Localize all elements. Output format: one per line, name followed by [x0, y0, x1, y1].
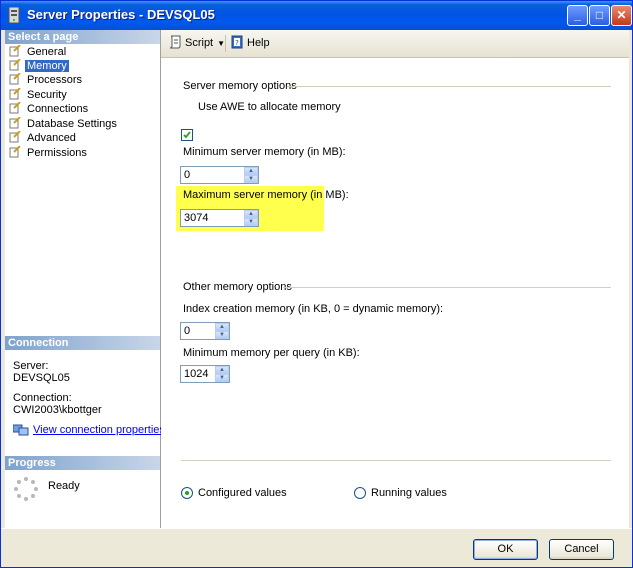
- progress-spinner-icon: [14, 477, 38, 501]
- help-label: Help: [247, 36, 270, 49]
- dialog-button-bar: OK Cancel: [1, 528, 632, 567]
- page-label: Database Settings: [27, 118, 117, 130]
- spin-arrows[interactable]: ▲ ▼: [244, 167, 258, 183]
- spin-arrows[interactable]: ▲ ▼: [215, 323, 229, 339]
- configured-values-label[interactable]: Configured values: [198, 487, 287, 499]
- window-title: Server Properties - DEVSQL05: [27, 7, 215, 22]
- awe-checkbox-label[interactable]: Use AWE to allocate memory: [198, 101, 341, 113]
- close-button[interactable]: ✕: [611, 5, 632, 26]
- toolbar: Script ▼ ? Help: [161, 30, 629, 58]
- left-pane: Select a page General Memory Processors …: [5, 30, 165, 528]
- other-memory-group-label: Other memory options: [183, 281, 292, 293]
- page-item-advanced[interactable]: Advanced: [9, 131, 78, 145]
- page-label: General: [27, 46, 67, 58]
- script-label: Script: [185, 36, 214, 49]
- server-value: DEVSQL05: [13, 372, 70, 384]
- maximize-button[interactable]: □: [589, 5, 610, 26]
- page-wrench-icon: [9, 45, 21, 57]
- page-label: Security: [27, 89, 67, 101]
- connection-value: CWI2003\kbottger: [13, 404, 102, 416]
- select-page-header: Select a page: [5, 30, 160, 44]
- spin-arrows[interactable]: ▲ ▼: [244, 210, 258, 226]
- page-label: Permissions: [27, 147, 87, 159]
- page-label: Connections: [27, 103, 89, 115]
- page-wrench-icon: [9, 88, 21, 100]
- group-divider: [283, 287, 611, 288]
- bottom-divider: [181, 460, 611, 461]
- max-server-memory-value: 3074: [184, 212, 209, 224]
- ok-button[interactable]: OK: [473, 539, 538, 560]
- page-label: Processors: [27, 74, 83, 86]
- view-connection-properties[interactable]: View connection properties: [12, 424, 165, 436]
- configured-values-radio[interactable]: [181, 487, 193, 499]
- checkmark-icon: [183, 131, 191, 139]
- spin-up-icon[interactable]: ▲: [215, 323, 229, 331]
- spin-up-icon[interactable]: ▲: [215, 366, 229, 374]
- server-label: Server:: [13, 360, 49, 372]
- spin-down-icon[interactable]: ▼: [215, 331, 229, 339]
- page-label: Memory: [25, 60, 69, 72]
- connection-header: Connection: [5, 336, 160, 350]
- page-item-security[interactable]: Security: [9, 88, 69, 102]
- page-wrench-icon: [9, 146, 21, 158]
- running-values-label[interactable]: Running values: [371, 487, 447, 499]
- spin-down-icon[interactable]: ▼: [244, 218, 258, 226]
- min-memory-per-query-value: 1024: [184, 368, 209, 380]
- spin-up-icon[interactable]: ▲: [244, 210, 258, 218]
- max-server-memory-label: Maximum server memory (in MB):: [183, 189, 349, 201]
- connection-label: Connection:: [13, 392, 72, 404]
- cancel-button[interactable]: Cancel: [549, 539, 614, 560]
- radio-selected-dot: [185, 491, 189, 495]
- right-pane: Script ▼ ? Help Server memory options Use…: [161, 30, 629, 528]
- page-wrench-icon: [9, 131, 21, 143]
- page-label: Advanced: [27, 132, 76, 144]
- index-creation-memory-value: 0: [184, 325, 191, 337]
- help-button[interactable]: ? Help: [230, 35, 270, 50]
- page-item-processors[interactable]: Processors: [9, 73, 84, 87]
- index-creation-memory-label: Index creation memory (in KB, 0 = dynami…: [183, 303, 444, 315]
- max-server-memory-input[interactable]: 3074 ▲ ▼: [180, 209, 259, 227]
- page-wrench-icon: [9, 117, 21, 129]
- spin-up-icon[interactable]: ▲: [244, 167, 258, 175]
- script-icon: [169, 35, 181, 49]
- min-server-memory-input[interactable]: 0 ▲ ▼: [180, 166, 259, 184]
- page-wrench-icon: [9, 73, 21, 85]
- page-wrench-icon: [9, 59, 21, 71]
- index-creation-memory-input[interactable]: 0 ▲ ▼: [180, 322, 230, 340]
- spin-down-icon[interactable]: ▼: [244, 175, 258, 183]
- chevron-down-icon[interactable]: ▼: [217, 39, 225, 48]
- awe-label-text: Use AWE to allocate memory: [198, 101, 341, 113]
- server-icon: [8, 7, 20, 23]
- server-memory-group-label: Server memory options: [183, 80, 297, 92]
- page-item-memory[interactable]: Memory: [9, 59, 69, 73]
- page-wrench-icon: [9, 102, 21, 114]
- script-button[interactable]: Script ▼: [168, 35, 225, 50]
- running-values-radio[interactable]: [354, 487, 366, 499]
- page-item-general[interactable]: General: [9, 45, 68, 59]
- network-icon: [12, 424, 29, 436]
- awe-checkbox[interactable]: [181, 129, 193, 141]
- group-divider: [287, 86, 611, 87]
- page-item-database-settings[interactable]: Database Settings: [9, 117, 119, 131]
- min-memory-per-query-label: Minimum memory per query (in KB):: [183, 347, 360, 359]
- spin-down-icon[interactable]: ▼: [215, 374, 229, 382]
- progress-header: Progress: [5, 456, 160, 470]
- help-book-icon: ?: [231, 35, 243, 49]
- svg-text:?: ?: [235, 39, 239, 47]
- min-server-memory-value: 0: [184, 169, 191, 181]
- spin-arrows[interactable]: ▲ ▼: [215, 366, 229, 382]
- minimize-button[interactable]: _: [567, 5, 588, 26]
- toolbar-separator: [225, 35, 226, 52]
- page-item-connections[interactable]: Connections: [9, 102, 90, 116]
- min-memory-per-query-input[interactable]: 1024 ▲ ▼: [180, 365, 230, 383]
- progress-status: Ready: [48, 480, 80, 492]
- server-properties-window: Server Properties - DEVSQL05 _ □ ✕ Selec…: [0, 0, 633, 568]
- title-bar[interactable]: Server Properties - DEVSQL05 _ □ ✕: [1, 1, 632, 30]
- min-server-memory-label: Minimum server memory (in MB):: [183, 146, 346, 158]
- view-connection-properties-link[interactable]: View connection properties: [33, 424, 165, 436]
- page-item-permissions[interactable]: Permissions: [9, 146, 89, 160]
